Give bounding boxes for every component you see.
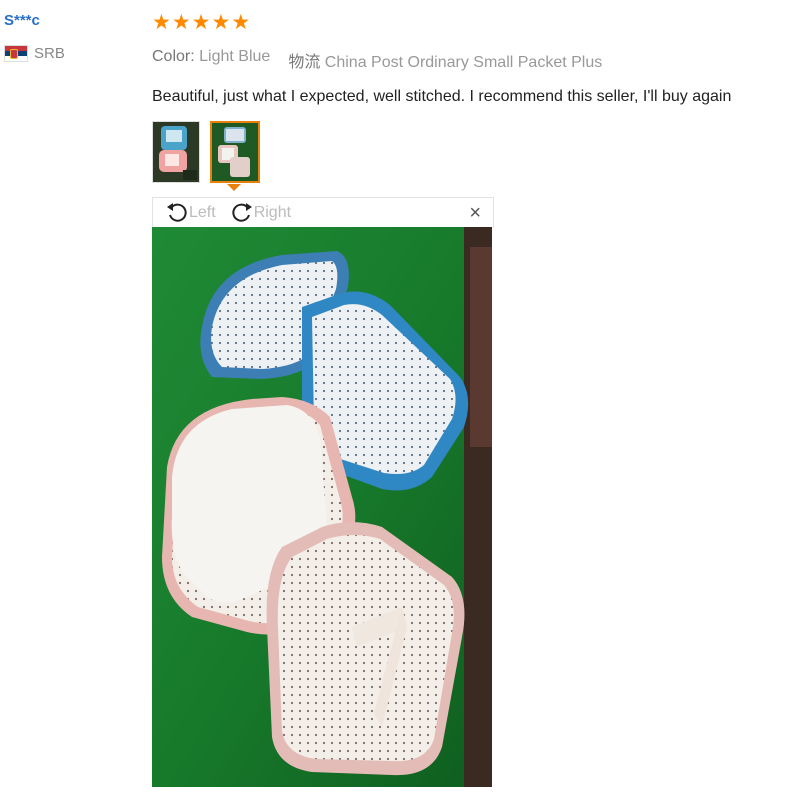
photo-thumbnail-2[interactable] <box>210 121 260 183</box>
review-photo[interactable] <box>152 227 492 787</box>
shipping-label: 物流 <box>288 54 321 71</box>
reviewer-name: S***c <box>4 12 40 29</box>
close-viewer-button[interactable]: × <box>469 202 481 225</box>
star-icon: ★ <box>171 11 191 34</box>
rotate-left-label: Left <box>189 204 216 221</box>
star-icon: ★ <box>231 11 251 34</box>
star-icon: ★ <box>191 11 211 34</box>
rotate-right-icon <box>232 203 252 222</box>
country-code: SRB <box>34 45 65 62</box>
rotate-left-button[interactable]: Left <box>165 201 216 225</box>
reviewer-info: S***c SRB <box>4 12 65 62</box>
shipping-attribute: 物流 China Post Ordinary Small Packet Plus <box>288 48 602 72</box>
review-body: ★ ★ ★ ★ ★ Color: Light Blue 物流 China Pos… <box>152 12 792 106</box>
photo-thumbnails <box>152 121 260 183</box>
star-icon: ★ <box>211 11 231 34</box>
review-text: Beautiful, just what I expected, well st… <box>152 88 732 105</box>
order-attributes: Color: Light Blue 物流 China Post Ordinary… <box>152 48 792 72</box>
rotate-right-button[interactable]: Right <box>230 201 291 225</box>
shipping-value: China Post Ordinary Small Packet Plus <box>324 54 603 71</box>
reviewer-country: SRB <box>4 45 65 62</box>
image-viewer-toolbar: Left Right × <box>152 197 494 228</box>
rotate-left-icon <box>167 203 187 222</box>
color-label: Color: <box>152 48 195 65</box>
active-thumbnail-pointer <box>227 184 241 191</box>
star-icon: ★ <box>152 11 171 34</box>
serbia-flag-icon <box>4 45 28 62</box>
rotate-right-label: Right <box>253 204 292 221</box>
photo-thumbnail-1[interactable] <box>152 121 200 183</box>
color-value: Light Blue <box>199 48 271 65</box>
color-attribute: Color: Light Blue <box>152 48 270 72</box>
star-rating: ★ ★ ★ ★ ★ <box>152 12 792 34</box>
